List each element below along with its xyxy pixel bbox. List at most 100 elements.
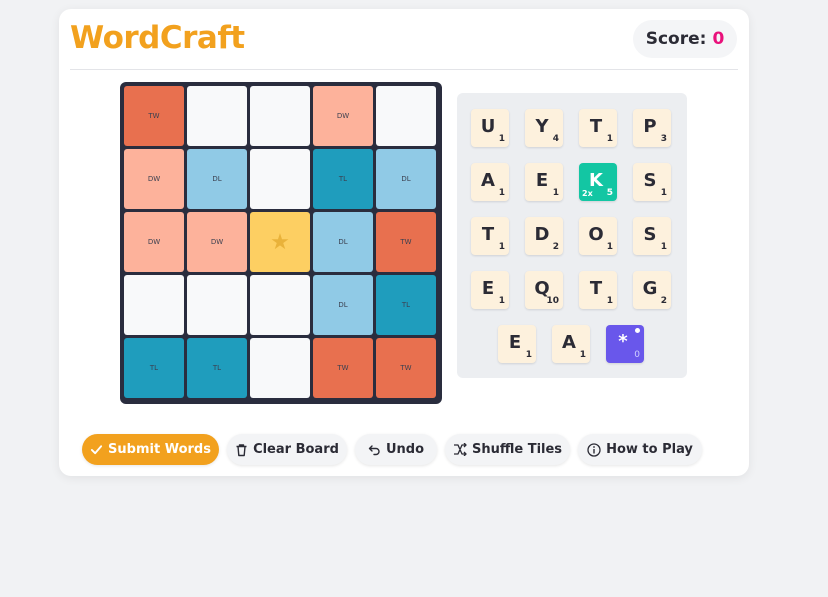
tile-points: 1 (606, 296, 613, 306)
board-cell[interactable]: DW (313, 86, 373, 146)
tile-points: 2 (552, 242, 559, 252)
board-cell[interactable]: TW (124, 86, 184, 146)
submit-words-button[interactable]: Submit Words (82, 434, 219, 465)
letter-tile[interactable]: Y4 (525, 109, 563, 147)
score-label: Score: (645, 29, 707, 49)
blank-marker-icon (635, 328, 640, 333)
board-cell[interactable] (376, 86, 436, 146)
board-cell[interactable]: DL (187, 149, 247, 209)
bonus-label: TL (149, 364, 159, 372)
score-display: Score: 0 (633, 20, 737, 58)
bonus-label: DL (338, 238, 348, 246)
undo-button[interactable]: Undo (355, 434, 437, 465)
letter-tile[interactable]: Q 10 (525, 271, 563, 309)
letter-tile[interactable]: K 5 2x (579, 163, 617, 201)
clear-board-button[interactable]: Clear Board (227, 434, 347, 465)
letter-tile[interactable]: T1 (579, 271, 617, 309)
check-icon (90, 443, 103, 456)
bonus-label: DW (210, 238, 224, 246)
letter-tile[interactable]: P3 (633, 109, 671, 147)
tile-multiplier: 2x (582, 189, 593, 198)
board-cell[interactable] (250, 338, 310, 398)
bonus-label: TL (338, 175, 348, 183)
tile-points: 2 (660, 296, 667, 306)
how-to-play-label: How to Play (606, 442, 693, 457)
board-cell[interactable]: DW (187, 212, 247, 272)
shuffle-tiles-button[interactable]: Shuffle Tiles (445, 434, 570, 465)
tile-points: 3 (660, 134, 667, 144)
board-cell[interactable]: TW (313, 338, 373, 398)
tile-points: 1 (606, 242, 613, 252)
board-cell[interactable]: TL (376, 275, 436, 335)
bonus-label: TL (212, 364, 222, 372)
bonus-label: TW (337, 364, 349, 372)
letter-tile[interactable]: A1 (552, 325, 590, 363)
game-card: WordCraft Score: 0 TW DW DW DL TL DL DW DW ★ DL TW… (59, 9, 749, 476)
board-cell[interactable]: TL (124, 338, 184, 398)
bonus-label: DL (338, 301, 348, 309)
how-to-play-button[interactable]: How to Play (578, 434, 702, 465)
tile-points: 1 (579, 350, 586, 360)
score-value: 0 (712, 29, 725, 49)
bonus-label: TW (400, 364, 412, 372)
letter-tile[interactable]: O1 (579, 217, 617, 255)
board-cell[interactable]: TL (313, 149, 373, 209)
blank-tile[interactable]: * 0 (606, 325, 644, 363)
board-cell-center[interactable]: ★ (250, 212, 310, 272)
shuffle-icon (453, 443, 467, 456)
tile-points: 1 (498, 242, 505, 252)
tile-points: 1 (525, 350, 532, 360)
letter-tile[interactable]: G2 (633, 271, 671, 309)
bonus-label: DW (147, 238, 161, 246)
board-cell[interactable]: DL (376, 149, 436, 209)
tile-points: 0 (634, 350, 640, 360)
star-icon: ★ (270, 229, 290, 255)
bonus-label: DW (147, 175, 161, 183)
letter-tile[interactable]: E1 (498, 325, 536, 363)
board-cell[interactable]: TW (376, 212, 436, 272)
tile-points: 1 (606, 134, 613, 144)
board-cell[interactable] (250, 86, 310, 146)
letter-tile[interactable]: U1 (471, 109, 509, 147)
board-cell[interactable]: DL (313, 212, 373, 272)
board-cell[interactable] (250, 149, 310, 209)
letter-tile[interactable]: S1 (633, 217, 671, 255)
letter-tile[interactable]: T1 (471, 217, 509, 255)
board-cell[interactable] (187, 275, 247, 335)
submit-words-label: Submit Words (108, 442, 211, 457)
game-board: TW DW DW DL TL DL DW DW ★ DL TW DL TL TL TL TW TW (120, 82, 442, 404)
tile-points: 1 (498, 188, 505, 198)
bonus-label: TL (401, 301, 411, 309)
board-cell[interactable]: DW (124, 149, 184, 209)
undo-label: Undo (385, 442, 425, 457)
tile-points: 1 (660, 242, 667, 252)
letter-tile[interactable]: E1 (525, 163, 563, 201)
bonus-label: DW (336, 112, 350, 120)
letter-tile[interactable]: T1 (579, 109, 617, 147)
board-cell[interactable] (187, 86, 247, 146)
info-icon (587, 442, 601, 457)
letter-tile[interactable]: D2 (525, 217, 563, 255)
tile-points: 1 (552, 188, 559, 198)
tile-points: 10 (546, 296, 559, 306)
tile-rack: U 1 Y 4 T 1 P 3 A 1 E 1 K 5 2x S 1 T 1 D 2 O 1 S 1 E 1 Q 10 T 1 G 2 E 1 A 1 *… (457, 93, 687, 378)
board-cell[interactable]: TL (187, 338, 247, 398)
letter-tile[interactable]: A1 (471, 163, 509, 201)
tile-points: 1 (498, 296, 505, 306)
tile-points: 4 (552, 134, 559, 144)
bonus-label: DL (212, 175, 222, 183)
header-divider (70, 69, 738, 70)
letter-tile[interactable]: S1 (633, 163, 671, 201)
board-cell[interactable]: TW (376, 338, 436, 398)
letter-tile[interactable]: E1 (471, 271, 509, 309)
trash-icon (235, 443, 248, 457)
clear-board-label: Clear Board (253, 442, 339, 457)
bonus-label: TW (400, 238, 412, 246)
tile-letter: * (618, 331, 628, 352)
board-cell[interactable] (124, 275, 184, 335)
tile-points: 5 (606, 188, 613, 198)
board-cell[interactable] (250, 275, 310, 335)
board-cell[interactable]: DL (313, 275, 373, 335)
tile-points: 1 (660, 188, 667, 198)
board-cell[interactable]: DW (124, 212, 184, 272)
